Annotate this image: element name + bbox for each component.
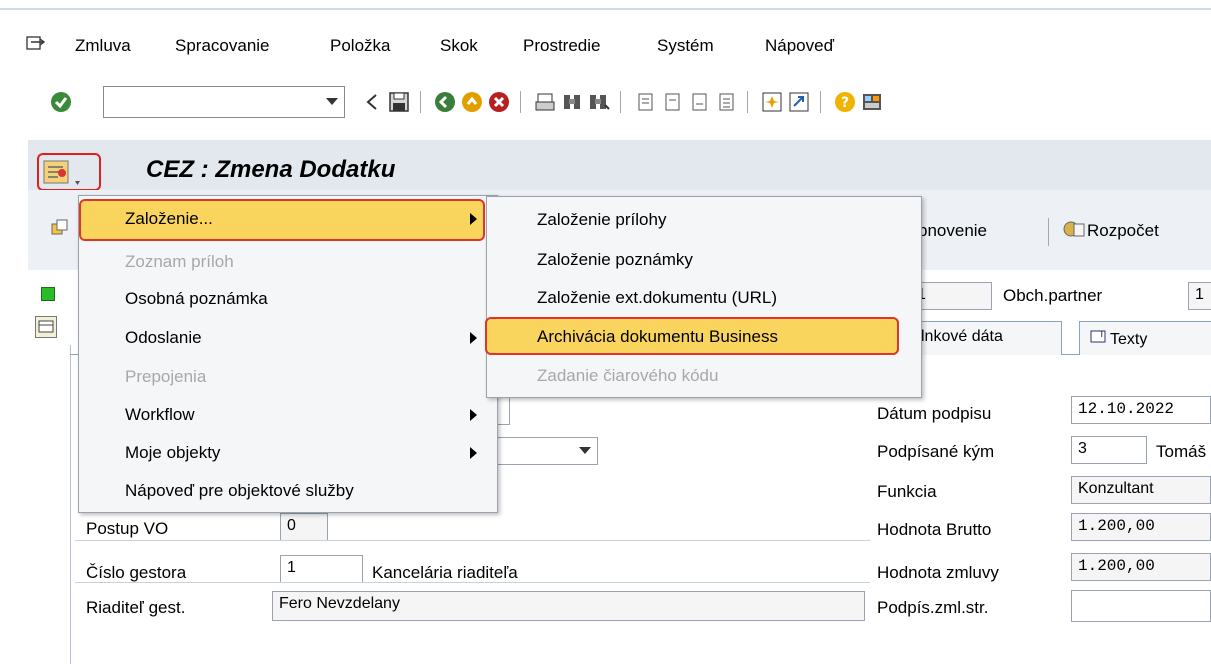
submenu-item-zalozenie-poznamky[interactable]: Založenie poznámky bbox=[537, 250, 693, 270]
menu-zmluva[interactable]: Zmluva bbox=[75, 36, 131, 56]
find-icon[interactable] bbox=[561, 91, 583, 113]
menu-item-prepojenia: Prepojenia bbox=[125, 367, 207, 386]
object-services-button[interactable] bbox=[37, 153, 101, 191]
tab-label: lnkové dáta bbox=[921, 328, 1003, 345]
rozpocet-button[interactable]: Rozpočet bbox=[1087, 221, 1159, 241]
toolbar-separator bbox=[747, 91, 748, 113]
hodnota-brutto-label: Hodnota Brutto bbox=[877, 520, 992, 539]
funkcia-field[interactable]: Konzultant bbox=[1071, 476, 1211, 504]
save-icon[interactable] bbox=[388, 91, 410, 113]
menu-prostredie[interactable]: Prostredie bbox=[523, 36, 600, 56]
menu-system[interactable]: Systém bbox=[657, 36, 714, 56]
menu-spracovanie[interactable]: Spracovanie bbox=[175, 36, 270, 56]
toolbar-separator bbox=[420, 91, 421, 113]
submenu-arrow-icon bbox=[470, 332, 477, 344]
collapse-header-icon[interactable] bbox=[35, 316, 57, 338]
cancel-red-icon[interactable] bbox=[488, 91, 510, 113]
contract-number-field[interactable]: 1 bbox=[910, 282, 992, 310]
cislo-gestora-text: Kancelária riaditeľa bbox=[372, 563, 518, 582]
object-services-menu: Založenie... Zoznam príloh Osobná poznám… bbox=[78, 195, 498, 513]
menu-item-osobna-poznamka[interactable]: Osobná poznámka bbox=[125, 289, 268, 309]
podpisane-kym-label: Podpísané kým bbox=[877, 442, 995, 461]
menu-napoved[interactable]: Nápoveď bbox=[765, 36, 834, 56]
menu-item-napoved-objektove-sluzby[interactable]: Nápoveď pre objektové služby bbox=[125, 481, 354, 501]
transaction-icon[interactable] bbox=[50, 218, 70, 243]
submenu-item-zadanie-ciaroveho-kodu: Zadanie čiarového kódu bbox=[537, 366, 719, 385]
svg-text:T: T bbox=[1098, 330, 1105, 340]
window-top-border bbox=[0, 8, 1211, 10]
obch-partner-label: Obch.partner bbox=[1003, 286, 1103, 305]
hodnota-brutto-field[interactable]: 1.200,00 bbox=[1071, 513, 1211, 541]
back-arrow-icon[interactable] bbox=[362, 91, 384, 113]
help-icon[interactable]: ? bbox=[834, 91, 856, 113]
find-next-icon[interactable] bbox=[588, 91, 610, 113]
cislo-gestora-field[interactable]: 1 bbox=[280, 555, 363, 583]
command-input[interactable] bbox=[108, 87, 312, 117]
datum-podpisu-field[interactable]: 12.10.2022 bbox=[1071, 396, 1211, 424]
riaditel-label: Riaditeľ gest. bbox=[86, 598, 186, 617]
layout-settings-icon[interactable] bbox=[861, 91, 883, 113]
last-page-icon[interactable] bbox=[715, 91, 737, 113]
toolbar-separator bbox=[1048, 218, 1049, 246]
first-page-icon[interactable] bbox=[634, 91, 656, 113]
tab-texty[interactable]: T Texty bbox=[1079, 321, 1211, 355]
page-title: CEZ : Zmena Dodatku bbox=[146, 156, 396, 183]
tab-label: Texty bbox=[1110, 331, 1148, 348]
podpisane-kym-name: Tomáš bbox=[1156, 442, 1207, 461]
datum-podpisu-label: Dátum podpisu bbox=[877, 404, 992, 423]
submenu-arrow-icon bbox=[470, 447, 477, 459]
submenu-item-archivacia-dokumentu[interactable]: Archivácia dokumentu Business bbox=[537, 327, 778, 347]
obnovenie-button[interactable]: bnovenie bbox=[918, 221, 987, 241]
postup-vo-field[interactable]: 0 bbox=[280, 513, 328, 541]
cislo-gestora-label: Číslo gestora bbox=[86, 563, 187, 582]
submenu-item-zalozenie-ext-dokumentu[interactable]: Založenie ext.dokumentu (URL) bbox=[537, 288, 777, 308]
podpis-zml-label: Podpís.zml.str. bbox=[877, 598, 989, 617]
menu-item-zalozenie-label[interactable]: Založenie... bbox=[125, 209, 213, 229]
riaditel-field[interactable]: Fero Nevzdelany bbox=[272, 591, 865, 621]
hodnota-zmluvy-field[interactable]: 1.200,00 bbox=[1071, 553, 1211, 581]
print-icon[interactable] bbox=[534, 91, 556, 113]
next-page-icon[interactable] bbox=[688, 91, 710, 113]
svg-text:?: ? bbox=[841, 95, 849, 111]
exit-yellow-icon[interactable] bbox=[461, 91, 483, 113]
row-divider bbox=[75, 540, 870, 541]
menu-skok[interactable]: Skok bbox=[440, 36, 478, 56]
menu-item-moje-objekty[interactable]: Moje objekty bbox=[125, 443, 220, 463]
budget-icon bbox=[1063, 219, 1085, 244]
status-green-icon bbox=[41, 287, 55, 301]
hodnota-zmluvy-label: Hodnota zmluvy bbox=[877, 563, 999, 582]
back-green-icon[interactable] bbox=[434, 91, 456, 113]
toolbar-separator bbox=[820, 91, 821, 113]
zalozenie-submenu: Založenie prílohy Založenie poznámky Zal… bbox=[485, 196, 922, 398]
postup-vo-label: Postup VO bbox=[86, 519, 169, 538]
command-field[interactable] bbox=[103, 86, 345, 118]
chevron-down-icon[interactable] bbox=[326, 98, 338, 105]
row-divider bbox=[75, 582, 870, 583]
enter-checkmark-icon[interactable] bbox=[50, 91, 72, 113]
menu-item-odoslanie[interactable]: Odoslanie bbox=[125, 328, 202, 348]
frame-border bbox=[70, 345, 71, 664]
menu-toggle-icon[interactable] bbox=[26, 36, 46, 54]
menu-polozka[interactable]: Položka bbox=[330, 36, 390, 56]
shortcut-icon[interactable] bbox=[788, 91, 810, 113]
menu-item-workflow[interactable]: Workflow bbox=[125, 405, 195, 425]
toolbar-separator bbox=[520, 91, 521, 113]
text-icon: T bbox=[1090, 330, 1110, 348]
previous-page-icon[interactable] bbox=[661, 91, 683, 113]
submenu-arrow-icon bbox=[470, 409, 477, 421]
podpis-zml-field[interactable] bbox=[1071, 590, 1211, 622]
new-session-icon[interactable] bbox=[761, 91, 783, 113]
submenu-item-zalozenie-prilohy[interactable]: Založenie prílohy bbox=[537, 210, 666, 230]
submenu-arrow-icon bbox=[470, 213, 477, 225]
funkcia-label: Funkcia bbox=[877, 482, 937, 501]
tab-linkove-data[interactable]: lnkové dáta bbox=[910, 321, 1062, 355]
toolbar-separator bbox=[620, 91, 621, 113]
menu-item-zoznam-priloh: Zoznam príloh bbox=[125, 252, 234, 271]
obch-partner-field[interactable]: 1 bbox=[1188, 282, 1211, 310]
chevron-down-icon[interactable] bbox=[579, 447, 591, 454]
podpisane-kym-field[interactable]: 3 bbox=[1071, 436, 1147, 464]
